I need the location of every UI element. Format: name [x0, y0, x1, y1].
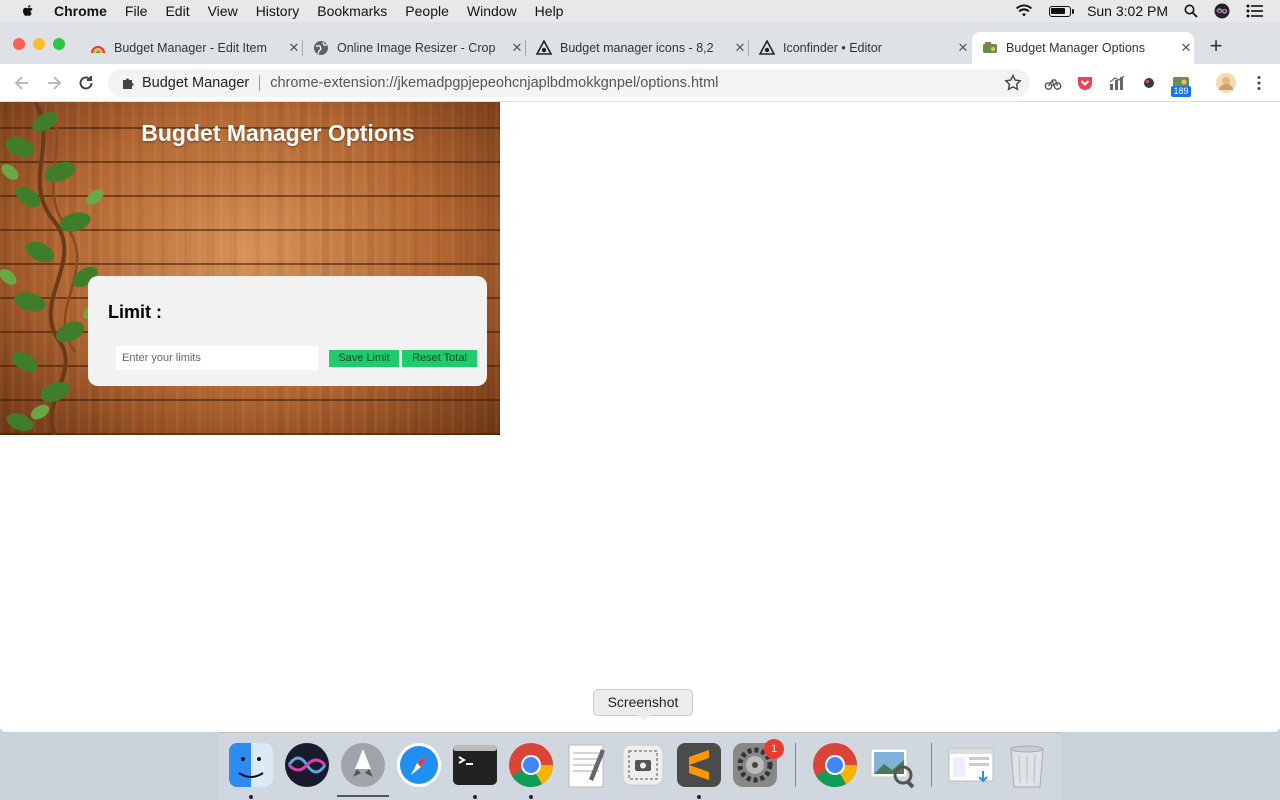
globe-icon [314, 41, 328, 55]
menu-file[interactable]: File [125, 3, 148, 19]
new-tab-button[interactable]: + [1206, 35, 1226, 57]
apple-icon[interactable] [20, 3, 36, 19]
dock-tooltip: Screenshot [593, 689, 693, 721]
dock-divider [795, 743, 796, 787]
trash-icon[interactable] [1003, 741, 1051, 789]
back-arrow-icon[interactable] [12, 73, 32, 93]
macos-dock: 1 [219, 732, 1061, 800]
launchpad-indicator [337, 795, 389, 797]
finder-icon[interactable] [227, 741, 275, 789]
reset-total-button[interactable]: Reset Total [402, 350, 477, 367]
sublime-text-icon[interactable] [675, 741, 723, 789]
bookmark-star-icon[interactable] [1004, 74, 1022, 92]
battery-level-fill [1051, 7, 1066, 14]
menu-app-name[interactable]: Chrome [54, 3, 107, 19]
cyclist-extension-icon[interactable] [1044, 74, 1062, 92]
limit-card: Limit : Save Limit Reset Total [88, 276, 487, 386]
menu-people[interactable]: People [405, 3, 449, 19]
address-divider [259, 75, 261, 91]
safari-icon[interactable] [395, 741, 443, 789]
address-bar[interactable]: Budget Manager chrome-extension://jkemad… [108, 69, 1030, 97]
tab-budget-manager-edit-item[interactable]: Budget Manager - Edit Item ✕ [80, 32, 302, 64]
siri-app-icon[interactable] [283, 741, 331, 789]
address-url: chrome-extension://jkemadpgpjepeohcnjapl… [270, 75, 719, 91]
menu-edit[interactable]: Edit [165, 3, 189, 19]
close-tab-icon[interactable]: ✕ [286, 40, 302, 56]
profile-avatar[interactable] [1216, 73, 1236, 93]
dot-extension-icon[interactable] [1140, 74, 1158, 92]
notification-badge: 1 [764, 739, 784, 759]
running-indicator [249, 795, 253, 799]
tab-title: Budget Manager Options [1006, 41, 1145, 55]
wifi-icon[interactable] [1015, 4, 1033, 18]
dock-divider [931, 743, 932, 787]
pocket-extension-icon[interactable] [1076, 74, 1094, 92]
more-menu-icon[interactable] [1250, 74, 1268, 92]
tab-title: Budget manager icons - 8,2 [560, 41, 714, 55]
forward-arrow-icon[interactable] [44, 73, 64, 93]
terminal-icon[interactable] [451, 741, 499, 789]
spotlight-search-icon[interactable] [1184, 4, 1198, 18]
close-tab-icon[interactable]: ✕ [732, 40, 748, 56]
preview-icon[interactable] [867, 741, 915, 789]
textedit-icon[interactable] [563, 741, 611, 789]
iconfinder-icon [536, 40, 552, 55]
chart-extension-icon[interactable] [1108, 74, 1126, 92]
screenshot-icon[interactable] [619, 741, 667, 789]
limit-label: Limit : [108, 302, 162, 322]
tab-title: Budget Manager - Edit Item [114, 41, 267, 55]
chrome-icon[interactable] [507, 741, 555, 789]
tab-title: Iconfinder • Editor [783, 41, 882, 55]
close-tab-icon[interactable]: ✕ [509, 40, 525, 56]
tab-online-image-resizer[interactable]: Online Image Resizer - Crop ✕ [303, 32, 525, 64]
tab-title: Online Image Resizer - Crop [337, 41, 496, 55]
options-panel: Bugdet Manager Options Limit : Save Limi… [0, 102, 500, 435]
chrome-icon[interactable] [811, 741, 859, 789]
tab-budget-manager-options[interactable]: Budget Manager Options ✕ [972, 32, 1194, 64]
page-viewport: Bugdet Manager Options Limit : Save Limi… [0, 102, 1280, 732]
minimize-window-button[interactable] [33, 38, 45, 50]
battery-icon[interactable] [1049, 5, 1075, 17]
iconfinder-icon [759, 40, 775, 55]
menu-window[interactable]: Window [467, 3, 517, 19]
menu-view[interactable]: View [208, 3, 238, 19]
menubar-clock[interactable]: Sun 3:02 PM [1087, 3, 1168, 19]
close-window-button[interactable] [13, 38, 25, 50]
extension-badge: 189 [1171, 86, 1191, 97]
tab-budget-manager-icons[interactable]: Budget manager icons - 8,2 ✕ [526, 32, 748, 64]
save-limit-button[interactable]: Save Limit [329, 350, 399, 367]
menu-history[interactable]: History [256, 3, 300, 19]
address-site-name: Budget Manager [142, 75, 250, 91]
launchpad-icon[interactable] [339, 741, 387, 789]
budget-manager-icon [983, 42, 997, 53]
close-tab-icon[interactable]: ✕ [955, 40, 971, 56]
puzzle-extension-icon [123, 78, 134, 89]
menu-help[interactable]: Help [535, 3, 564, 19]
rainbow-chart-icon [91, 46, 105, 54]
running-indicator [529, 795, 533, 799]
reload-icon[interactable] [76, 73, 96, 93]
downloads-folder-icon[interactable] [947, 741, 995, 789]
running-indicator [697, 795, 701, 799]
notification-center-icon[interactable] [1246, 4, 1264, 18]
tab-iconfinder-editor[interactable]: Iconfinder • Editor ✕ [749, 32, 971, 64]
limit-input[interactable] [116, 346, 318, 370]
maximize-window-button[interactable] [53, 38, 65, 50]
running-indicator [473, 795, 477, 799]
close-tab-icon[interactable]: ✕ [1178, 40, 1194, 56]
menu-bookmarks[interactable]: Bookmarks [317, 3, 387, 19]
page-title: Bugdet Manager Options [141, 120, 415, 146]
macos-menu-bar: Chrome File Edit View History Bookmarks … [0, 0, 1280, 22]
siri-icon[interactable] [1214, 3, 1230, 19]
